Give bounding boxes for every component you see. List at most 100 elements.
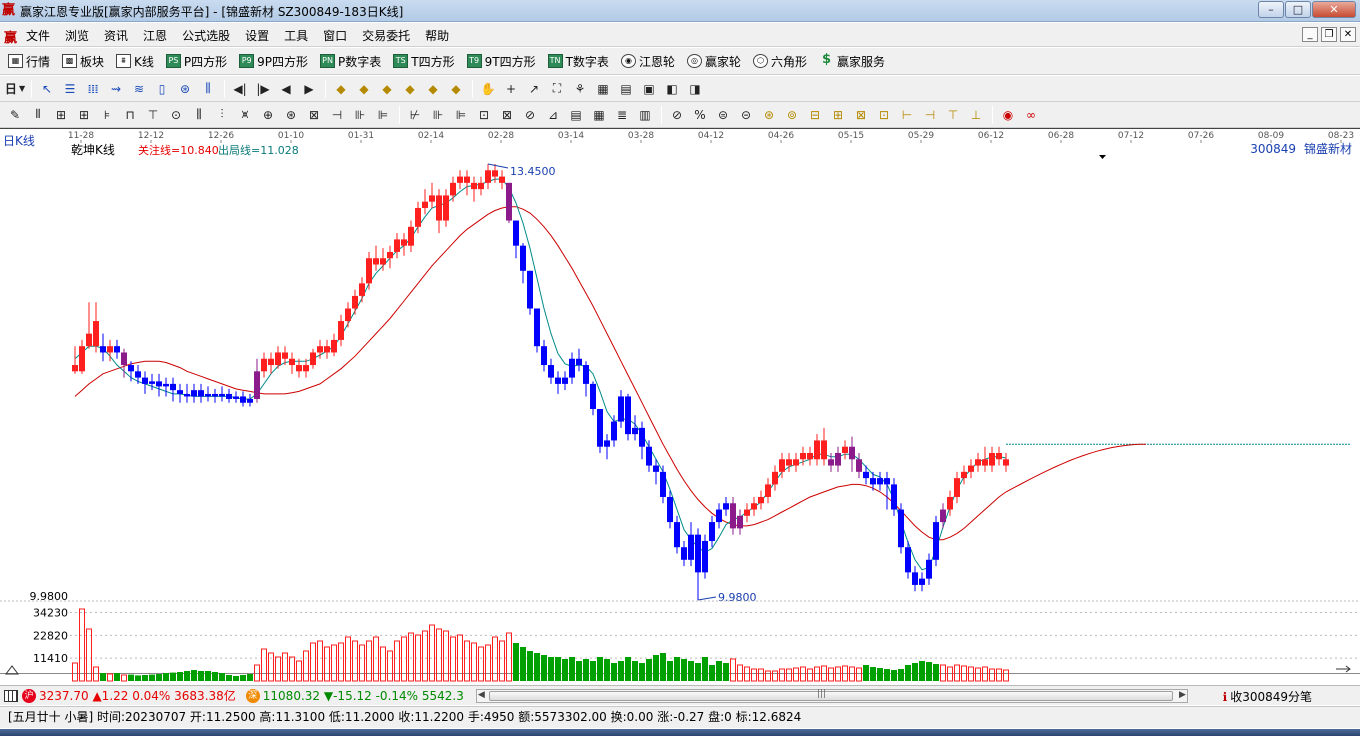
menu-browse[interactable]: 浏览 — [65, 27, 89, 44]
toolbar3-tool-10-icon[interactable]: ⩙ — [236, 106, 254, 124]
toolbar-item-9p-square[interactable]: P9 9P四方形 — [239, 53, 308, 70]
scroll-right-arrow-icon[interactable]: ▶ — [1179, 690, 1186, 700]
toolbar3-tool-40-icon[interactable]: ⊤ — [944, 106, 962, 124]
toolbar2-tool-7-icon[interactable]: ⫼ — [199, 80, 217, 98]
toolbar2-tool-24-icon[interactable]: ▤ — [617, 80, 635, 98]
toolbar2-tool-3-icon[interactable]: ⇝ — [107, 80, 125, 98]
toolbar-item-p-number[interactable]: PN P数字表 — [320, 53, 381, 70]
toolbar3-tool-30-icon[interactable]: ⊜ — [714, 106, 732, 124]
toolbar-item-9t-square[interactable]: T9 9T四方形 — [466, 53, 536, 70]
toolbar3-tool-38-icon[interactable]: ⊢ — [898, 106, 916, 124]
close-button[interactable]: ✕ — [1312, 1, 1356, 18]
toolbar3-tool-27-icon[interactable]: ▥ — [636, 106, 654, 124]
toolbar-item-t-number[interactable]: TN T数字表 — [547, 53, 609, 70]
toolbar2-tool-13-icon[interactable]: ◆ — [355, 80, 373, 98]
toolbar3-tool-8-icon[interactable]: ⫼ — [190, 106, 208, 124]
toolbar-item-winner-wheel[interactable]: ◎ 赢家轮 — [686, 53, 741, 70]
toolbar2-tool-12-icon[interactable]: ◆ — [332, 80, 350, 98]
menu-window[interactable]: 窗口 — [323, 27, 347, 44]
toolbar-item-kline[interactable]: ⩩ K线 — [116, 53, 154, 70]
sz-index[interactable]: 深 11080.32 ▼-15.12 -0.14% 5542.3 — [245, 688, 464, 703]
menu-help[interactable]: 帮助 — [425, 27, 449, 44]
toolbar2-tool-21-icon[interactable]: ⛶ — [548, 80, 566, 98]
toolbar3-tool-9-icon[interactable]: ⫶ — [213, 106, 231, 124]
scroll-left-arrow-icon[interactable]: ◀ — [478, 690, 485, 700]
toolbar2-tool-22-icon[interactable]: ⚘ — [571, 80, 589, 98]
toolbar3-tool-11-icon[interactable]: ⊕ — [259, 106, 277, 124]
toolbar2-tool-25-icon[interactable]: ▣ — [640, 80, 658, 98]
toolbar3-tool-31-icon[interactable]: ⊝ — [737, 106, 755, 124]
toolbar3-tool-36-icon[interactable]: ⊠ — [852, 106, 870, 124]
toolbar-item-p-square[interactable]: PS P四方形 — [165, 53, 227, 70]
minimize-button[interactable]: – — [1258, 1, 1284, 18]
toolbar3-tool-23-icon[interactable]: ⊿ — [544, 106, 562, 124]
sh-index[interactable]: 沪 3237.70 ▲1.22 0.04% 3683.38亿 — [22, 687, 236, 704]
mdi-minimize-button[interactable]: _ — [1302, 27, 1318, 42]
menu-settings[interactable]: 设置 — [245, 27, 269, 44]
toolbar3-tool-3-icon[interactable]: ⊞ — [75, 106, 93, 124]
maximize-button[interactable]: □ — [1285, 1, 1311, 18]
toolbar3-tool-19-icon[interactable]: ⊫ — [452, 106, 470, 124]
toolbar3-tool-26-icon[interactable]: ≣ — [613, 106, 631, 124]
toolbar3-tool-35-icon[interactable]: ⊞ — [829, 106, 847, 124]
toolbar3-tool-17-icon[interactable]: ⊬ — [406, 106, 424, 124]
toolbar2-tool-1-icon[interactable]: ☰ — [61, 80, 79, 98]
toolbar2-tool-27-icon[interactable]: ◨ — [686, 80, 704, 98]
chart-canvas[interactable]: 11-28 12-12 12-26 01-10 01-31 02-14 02-28 03-14… — [0, 128, 1360, 685]
toolbar2-tool-18-icon[interactable]: ✋ — [479, 80, 497, 98]
toolbar3-tool-7-icon[interactable]: ⊙ — [167, 106, 185, 124]
toolbar3-tool-18-icon[interactable]: ⊪ — [429, 106, 447, 124]
toolbar3-tool-42-icon[interactable]: ◉ — [999, 106, 1017, 124]
toolbar3-tool-41-icon[interactable]: ⊥ — [967, 106, 985, 124]
toolbar3-tool-43-icon[interactable]: ∞ — [1022, 106, 1040, 124]
toolbar3-tool-39-icon[interactable]: ⊣ — [921, 106, 939, 124]
tick-data-button[interactable]: ℹ 收300849分笔 — [1223, 688, 1312, 705]
toolbar-item-grid[interactable]: ▦ 行情 — [8, 53, 50, 70]
menu-file[interactable]: 文件 — [26, 27, 50, 44]
toolbar-item-hexagon[interactable]: ⬡ 六角形 — [752, 53, 807, 70]
toolbar2-tool-0-icon[interactable]: ↖ — [38, 80, 56, 98]
toolbar2-tool-2-icon[interactable]: 𝍖 — [84, 80, 102, 98]
toolbar2-tool-5-icon[interactable]: ▯ — [153, 80, 171, 98]
toolbar3-tool-5-icon[interactable]: ⊓ — [121, 106, 139, 124]
mdi-restore-button[interactable]: ❐ — [1321, 27, 1337, 42]
toolbar3-tool-29-icon[interactable]: % — [691, 106, 709, 124]
toolbar2-tool-9-icon[interactable]: |▶ — [254, 80, 272, 98]
toolbar2-tool-10-icon[interactable]: ◀ — [277, 80, 295, 98]
toolbar2-tool-8-icon[interactable]: ◀| — [231, 80, 249, 98]
toolbar3-tool-13-icon[interactable]: ⊠ — [305, 106, 323, 124]
toolbar3-tool-24-icon[interactable]: ▤ — [567, 106, 585, 124]
toolbar3-tool-2-icon[interactable]: ⊞ — [52, 106, 70, 124]
toolbar3-tool-21-icon[interactable]: ⊠ — [498, 106, 516, 124]
toolbar2-tool-11-icon[interactable]: ▶ — [300, 80, 318, 98]
menu-gann[interactable]: 江恩 — [143, 27, 167, 44]
toolbar3-tool-12-icon[interactable]: ⊛ — [282, 106, 300, 124]
toolbar3-tool-1-icon[interactable]: ⫴ — [29, 106, 47, 124]
chart-scrollbar[interactable]: ◀ ||| ▶ — [475, 688, 1188, 703]
quote-grid-icon[interactable] — [4, 689, 18, 702]
toolbar3-tool-34-icon[interactable]: ⊟ — [806, 106, 824, 124]
toolbar3-tool-22-icon[interactable]: ⊘ — [521, 106, 539, 124]
toolbar2-tool-14-icon[interactable]: ◆ — [378, 80, 396, 98]
menu-trade[interactable]: 交易委托 — [362, 27, 410, 44]
toolbar3-tool-4-icon[interactable]: ⊧ — [98, 106, 116, 124]
toolbar3-tool-15-icon[interactable]: ⊪ — [351, 106, 369, 124]
toolbar-item-sector[interactable]: ▩ 板块 — [62, 53, 104, 70]
toolbar-item-gann-wheel[interactable]: ◉ 江恩轮 — [620, 53, 675, 70]
toolbar2-tool-6-icon[interactable]: ⊛ — [176, 80, 194, 98]
toolbar3-tool-25-icon[interactable]: ▦ — [590, 106, 608, 124]
toolbar3-tool-16-icon[interactable]: ⊫ — [374, 106, 392, 124]
toolbar3-tool-6-icon[interactable]: ⊤ — [144, 106, 162, 124]
toolbar3-tool-20-icon[interactable]: ⊡ — [475, 106, 493, 124]
menu-formula-select[interactable]: 公式选股 — [182, 27, 230, 44]
kline-chart[interactable]: 11-28 12-12 12-26 01-10 01-31 02-14 02-28 03-14… — [0, 128, 1360, 685]
toolbar2-tool-16-icon[interactable]: ◆ — [424, 80, 442, 98]
toolbar2-tool-19-icon[interactable]: + — [502, 80, 520, 98]
toolbar2-tool-15-icon[interactable]: ◆ — [401, 80, 419, 98]
toolbar2-tool-26-icon[interactable]: ◧ — [663, 80, 681, 98]
toolbar3-tool-32-icon[interactable]: ⊛ — [760, 106, 778, 124]
toolbar-item-dollar[interactable]: $ 赢家服务 — [819, 53, 885, 70]
toolbar3-tool-33-icon[interactable]: ⊚ — [783, 106, 801, 124]
toolbar2-tool-4-icon[interactable]: ≋ — [130, 80, 148, 98]
toolbar3-tool-14-icon[interactable]: ⊣ — [328, 106, 346, 124]
